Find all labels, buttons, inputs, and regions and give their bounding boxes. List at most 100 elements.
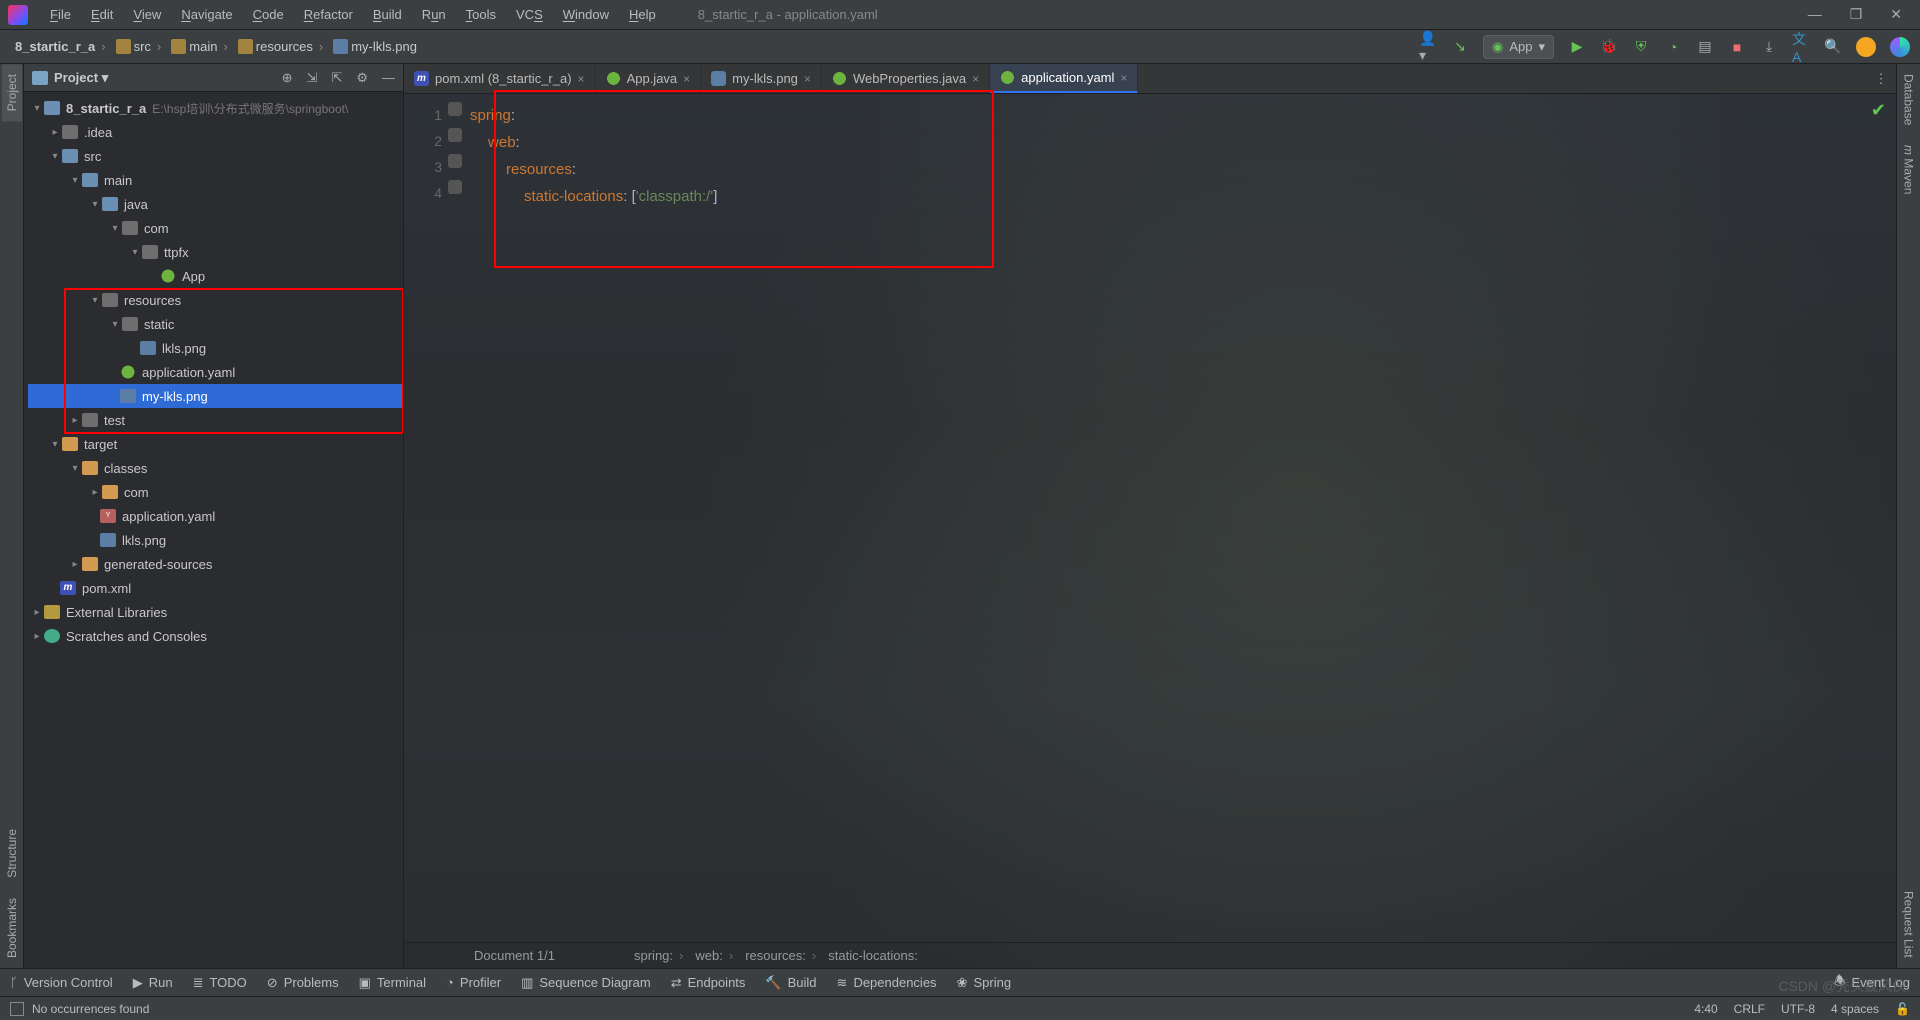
close-icon[interactable]: × [578,72,585,86]
toolwindow-vcs[interactable]: ᚴ Version Control [10,975,113,990]
caret-icon[interactable]: ▾ [48,151,62,162]
window-close-button[interactable]: ✕ [1890,6,1902,23]
tree-lkls2[interactable]: lkls.png [28,528,403,552]
search-button[interactable]: 🔍 [1824,38,1842,56]
tab-pom[interactable]: mpom.xml (8_startic_r_a)× [404,64,596,93]
menu-tools[interactable]: Tools [458,4,504,25]
menu-code[interactable]: Code [245,4,292,25]
tree-test[interactable]: ▸test [28,408,403,432]
caret-icon[interactable]: ▾ [108,319,122,330]
gutter-fold-icon[interactable] [448,102,462,116]
tree-classes[interactable]: ▾classes [28,456,403,480]
toolwindow-spring[interactable]: ❀ Spring [957,975,1011,991]
caret-icon[interactable]: ▾ [48,439,62,450]
tree-resources[interactable]: ▾resources [28,288,403,312]
toolwindow-todo[interactable]: ≣ TODO [193,975,247,991]
caret-icon[interactable]: ▸ [30,631,44,642]
caret-icon[interactable]: ▸ [68,415,82,426]
inspection-ok-icon[interactable]: ✔ [1871,100,1886,121]
toolwindow-project[interactable]: Project [2,64,22,121]
toolwindow-dependencies[interactable]: ≋ Dependencies [837,975,937,991]
menu-file[interactable]: File [42,4,79,25]
tree-ttpfx[interactable]: ▾ttpfx [28,240,403,264]
toolwindow-endpoints[interactable]: ⇄ Endpoints [671,975,746,991]
crumb-static-locations[interactable]: static-locations: [822,948,924,963]
line-separator[interactable]: CRLF [1734,1002,1765,1016]
close-icon[interactable]: × [1120,71,1127,85]
toolwindow-run[interactable]: ▶ Run [133,975,173,991]
caret-icon[interactable]: ▾ [68,175,82,186]
tab-webprops[interactable]: WebProperties.java× [822,64,990,93]
hammer-build-icon[interactable]: ↘ [1451,38,1469,56]
tree-extlib[interactable]: ▸External Libraries [28,600,403,624]
close-icon[interactable]: × [804,72,811,86]
caret-icon[interactable]: ▸ [48,127,62,138]
toolwindow-terminal[interactable]: ▣ Terminal [359,975,426,991]
gutter-fold-icon[interactable] [448,128,462,142]
stop-button[interactable]: ■ [1728,38,1746,56]
indent-info[interactable]: 4 spaces [1831,1002,1879,1016]
caret-icon[interactable]: ▾ [108,223,122,234]
run-config-dropdown[interactable]: ◉ App ▾ [1483,35,1554,59]
tree-lkls[interactable]: lkls.png [28,336,403,360]
tree-scratch[interactable]: ▸Scratches and Consoles [28,624,403,648]
avatar-icon[interactable] [1856,37,1876,57]
settings-button[interactable]: ⚙ [356,70,368,86]
tree-gensrc[interactable]: ▸generated-sources [28,552,403,576]
expand-all-button[interactable]: ⇲ [307,70,318,86]
run-button[interactable]: ▶ [1568,38,1586,56]
tree-idea[interactable]: ▸.idea [28,120,403,144]
caret-icon[interactable]: ▸ [30,607,44,618]
hide-button[interactable]: — [382,70,395,86]
caret-icon[interactable]: ▾ [68,463,82,474]
gutter-fold-icon[interactable] [448,154,462,168]
toolwindow-structure[interactable]: Structure [2,819,22,888]
tree-appyaml2[interactable]: Yapplication.yaml [28,504,403,528]
toolwindow-database[interactable]: Database [1899,64,1919,135]
toolwindow-requestlist[interactable]: Request List [1899,881,1919,968]
caret-icon[interactable]: ▸ [88,487,102,498]
debug-button[interactable]: 🐞 [1600,38,1618,56]
tree-main[interactable]: ▾main [28,168,403,192]
tree-com2[interactable]: ▸com [28,480,403,504]
close-icon[interactable]: × [972,72,979,86]
tree-com[interactable]: ▾com [28,216,403,240]
file-encoding[interactable]: UTF-8 [1781,1002,1815,1016]
crumb-web[interactable]: web: [689,948,739,963]
menu-navigate[interactable]: Navigate [173,4,240,25]
tree-static[interactable]: ▾static [28,312,403,336]
menu-refactor[interactable]: Refactor [296,4,361,25]
caret-icon[interactable]: ▾ [88,199,102,210]
close-icon[interactable]: × [683,72,690,86]
tabs-overflow-button[interactable]: ⋮ [1866,64,1896,93]
select-opened-file-button[interactable]: ⊕ [282,70,293,86]
menu-edit[interactable]: Edit [83,4,121,25]
tab-mylkls[interactable]: my-lkls.png× [701,64,822,93]
menu-help[interactable]: Help [621,4,664,25]
git-update-button[interactable]: ⤓ [1760,38,1778,56]
tree-mylkls[interactable]: my-lkls.png [28,384,403,408]
crumb-main[interactable]: main [166,37,233,56]
menu-build[interactable]: Build [365,4,410,25]
crumb-project[interactable]: 8_startic_r_a [10,37,111,56]
crumb-resources[interactable]: resources [233,37,328,56]
toolwindow-seqdiagram[interactable]: ▥ Sequence Diagram [521,975,651,991]
gutter-fold-icon[interactable] [448,180,462,194]
crumb-file[interactable]: my-lkls.png [328,37,422,56]
tree-target[interactable]: ▾target [28,432,403,456]
caret-icon[interactable]: ▸ [68,559,82,570]
translate-icon[interactable]: 文A [1792,38,1810,56]
menu-vcs[interactable]: VCS [508,4,551,25]
toolwindow-bookmarks[interactable]: Bookmarks [2,888,22,968]
code-area[interactable]: ✔ 1234 spring: web: resources: static-lo… [404,94,1896,942]
window-maximize-button[interactable]: ❐ [1850,6,1863,23]
tree-java[interactable]: ▾java [28,192,403,216]
coverage-button[interactable]: ⛨ [1632,38,1650,56]
toolwindow-build[interactable]: 🔨 Build [765,975,816,991]
tree-pom[interactable]: mpom.xml [28,576,403,600]
caret-icon[interactable]: ▾ [88,295,102,306]
user-button[interactable]: 👤▾ [1419,38,1437,56]
tree-app[interactable]: App [28,264,403,288]
code-text[interactable]: spring: web: resources: static-locations… [470,102,717,210]
attach-button[interactable]: ▤ [1696,38,1714,56]
